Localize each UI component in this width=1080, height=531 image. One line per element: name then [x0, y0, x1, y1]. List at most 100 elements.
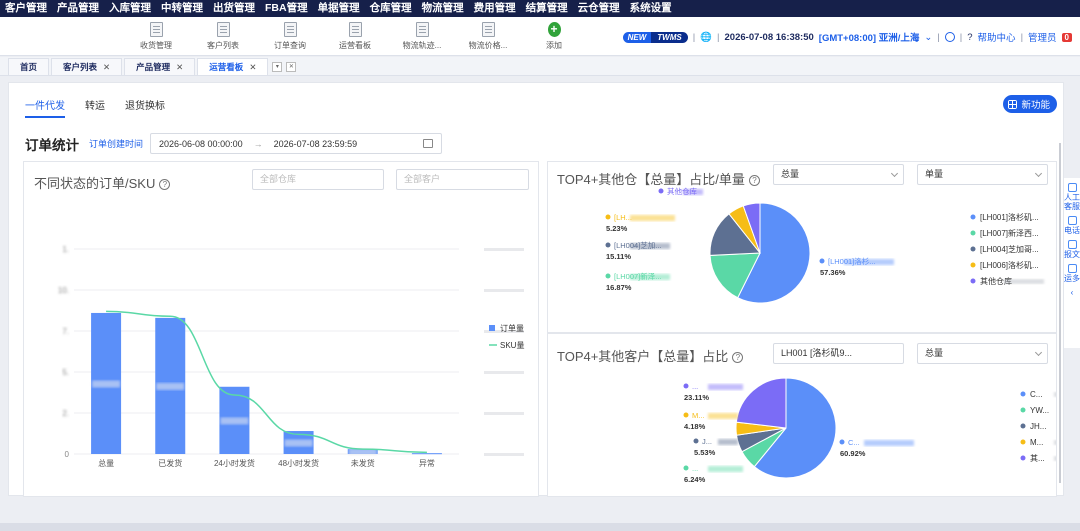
tab-ops-board[interactable]: 运营看板 ✕ [197, 58, 269, 75]
warehouse-share-panel: TOP4+其他仓【总量】占比/单量? 总量 单量 [LH001]洛杉... 57.… [547, 161, 1057, 333]
x-tick-label: 48小时发货 [278, 458, 319, 468]
nav-item-1[interactable]: 产品管理 [52, 0, 104, 17]
tab-close-all-icon[interactable]: ✕ [286, 62, 297, 72]
slice-pct: 60.92% [840, 449, 866, 458]
nav-item-7[interactable]: 仓库管理 [365, 0, 417, 17]
chevron-down-icon: ⌄ [924, 31, 933, 43]
new-feature-button[interactable]: 新功能 [1003, 95, 1057, 113]
legend-blur [1054, 440, 1056, 445]
rail-phone[interactable]: 电话 [1064, 216, 1080, 235]
toolbar-ops-board[interactable]: 运营看板 [323, 22, 387, 51]
rail-message[interactable]: 报文 [1064, 240, 1080, 259]
label-dot [693, 438, 699, 444]
order-status-panel: 不同状态的订单/SKU? 全部仓库 全部客户 0 2. 5. 7. 10. 1. 总量 已发货… [23, 161, 539, 497]
y-tick-label: 7. [62, 327, 69, 336]
nav-item-12[interactable]: 系统设置 [625, 0, 677, 17]
twms-badge[interactable]: TWMS [651, 31, 688, 43]
nav-item-5[interactable]: FBA管理 [260, 0, 313, 17]
current-datetime: 2026-07-08 16:38:50 [724, 31, 814, 43]
slice-label: ... [692, 382, 698, 391]
legend-dot [1020, 423, 1026, 429]
legend-blur [1054, 456, 1056, 461]
scrollbar[interactable] [1059, 143, 1061, 483]
toolbar-order-query[interactable]: 订单查询 [258, 22, 322, 51]
toolbar-customer-list[interactable]: 客户列表 [191, 22, 255, 51]
nav-item-2[interactable]: 入库管理 [104, 0, 156, 17]
label-dot [819, 258, 825, 264]
slice-label-blur [683, 189, 703, 195]
slice-label-blur [630, 274, 670, 280]
rail-more[interactable]: 运多 [1064, 264, 1080, 283]
legend-dot [970, 262, 976, 268]
nav-item-4[interactable]: 出货管理 [208, 0, 260, 17]
pie-slice-4 [735, 377, 787, 429]
close-icon[interactable]: ✕ [249, 62, 256, 72]
date-type-label[interactable]: 订单创建时间 [89, 137, 143, 150]
x-tick-label: 已发货 [158, 458, 182, 468]
calendar-icon [423, 139, 434, 148]
footer-strip [0, 523, 1080, 531]
legend-label: [LH001]洛杉矶... [980, 212, 1039, 222]
close-icon[interactable]: ✕ [103, 62, 110, 72]
document-icon [1067, 240, 1077, 249]
slice-pct: 5.53% [694, 448, 716, 457]
subtab-transit[interactable]: 转运 [85, 97, 105, 118]
slice-label-blur [630, 215, 675, 221]
nav-item-10[interactable]: 结算管理 [521, 0, 573, 17]
tab-product-management[interactable]: 产品管理 ✕ [124, 58, 196, 75]
slice-label-blur [844, 259, 894, 265]
slice-label: C... [848, 438, 860, 447]
rail-support[interactable]: 人工客服 [1064, 183, 1080, 211]
legend-label: YW... [1030, 406, 1049, 415]
play-icon[interactable] [944, 32, 955, 42]
nav-item-11[interactable]: 云仓管理 [573, 0, 625, 17]
page-tabs: 首页 客户列表 ✕ 产品管理 ✕ 运营看板 ✕ ▾ ✕ [0, 57, 1080, 76]
label-dot [839, 439, 845, 445]
ops-board-icon [348, 22, 362, 37]
admin-user[interactable]: 管理员 [1028, 30, 1057, 44]
help-center-link[interactable]: 帮助中心 [978, 30, 1016, 44]
slice-label-blur [708, 413, 738, 419]
data-label-blur [220, 417, 249, 425]
timezone-select[interactable]: [GMT+08:00] 亚洲/上海 [819, 30, 920, 44]
toolbar-receiving[interactable]: 收货管理 [124, 22, 188, 51]
slice-label-blur [630, 243, 670, 249]
legend-label: JH... [1030, 422, 1046, 431]
slice-pct: 4.18% [684, 422, 706, 431]
toolbar-logistics-price[interactable]: 物流价格... [456, 22, 520, 51]
tab-home[interactable]: 首页 [8, 58, 50, 75]
tab-menu-icon[interactable]: ▾ [272, 62, 283, 72]
y-tick-label: 10. [58, 286, 69, 295]
data-label-blur [92, 380, 121, 388]
subtab-return[interactable]: 退货换标 [125, 97, 165, 118]
slice-pct: 16.87% [606, 283, 632, 292]
globe-icon[interactable]: 🌐 [700, 32, 712, 43]
subtab-dropship[interactable]: 一件代发 [25, 97, 65, 118]
label-dot [683, 412, 689, 418]
close-icon[interactable]: ✕ [176, 62, 183, 72]
toolbar-tracking[interactable]: 物流轨迹... [390, 22, 454, 51]
legend-label: [LH006]洛杉矶... [980, 260, 1039, 270]
customer-share-panel: TOP4+其他客户【总量】占比? LH001 [洛杉矶9... 总量 C... 6… [547, 333, 1057, 497]
data-label-blur [284, 439, 313, 447]
legend-blur [1054, 392, 1056, 397]
nav-item-3[interactable]: 中转管理 [156, 0, 208, 17]
bar-5 [411, 453, 442, 455]
toolbar-add[interactable]: 添加 [522, 22, 586, 51]
nav-item-8[interactable]: 物流管理 [417, 0, 469, 17]
nav-item-6[interactable]: 单据管理 [313, 0, 365, 17]
notification-count[interactable]: 0 [1061, 32, 1072, 42]
label-dot [658, 188, 664, 194]
logistics-price-icon [481, 22, 495, 37]
date-range-picker[interactable]: 2026-06-08 00:00:00 → 2026-07-08 23:59:5… [150, 133, 443, 154]
tab-customer-list[interactable]: 客户列表 ✕ [51, 58, 123, 75]
label-dot [683, 465, 689, 471]
nav-item-9[interactable]: 费用管理 [469, 0, 521, 17]
status-bar: NEW TWMS | 🌐 | 2026-07-08 16:38:50 [GMT+0… [622, 29, 1072, 45]
collapse-icon[interactable]: ‹ [1064, 288, 1080, 297]
new-badge[interactable]: NEW [622, 31, 652, 43]
slice-label-blur [708, 466, 743, 472]
slice-pct: 6.24% [684, 475, 706, 484]
legend-label: M... [1030, 438, 1043, 447]
nav-item-0[interactable]: 客户管理 [0, 0, 52, 17]
